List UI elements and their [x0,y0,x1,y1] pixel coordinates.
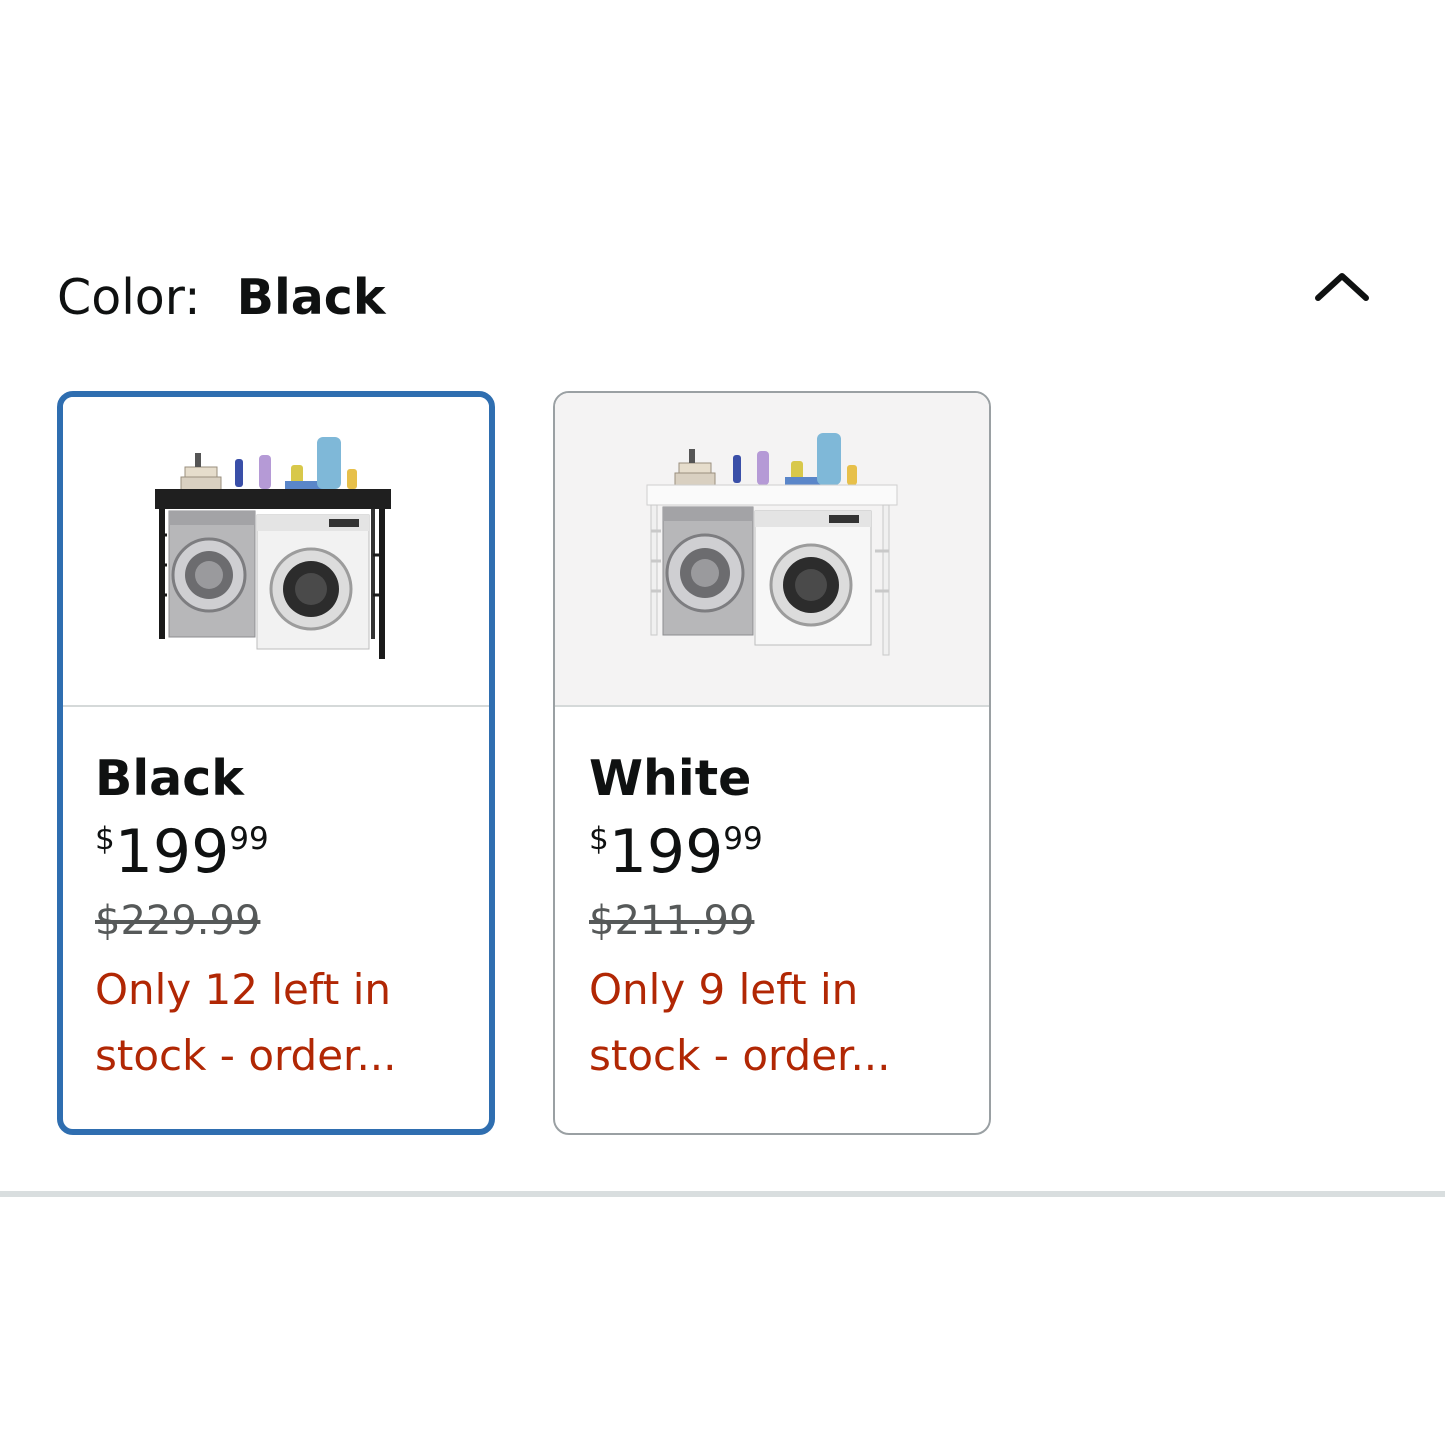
variant-name: White [589,750,752,807]
variant-image-black [63,397,489,707]
variant-info-black: Black $ 199 99 $229.99 Only 12 left in s… [95,749,479,1089]
stock-status: Only 12 left in stock - order... [95,957,455,1089]
price-whole: 199 [608,817,724,887]
price-whole: 199 [114,817,230,887]
section-divider [0,1191,1445,1197]
variant-image-white [555,393,989,707]
stock-status-line-2: stock - order... [589,1031,891,1080]
color-selector-header: Color: Black [57,262,385,332]
price-fraction: 99 [229,821,269,857]
price-fraction: 99 [723,821,763,857]
variant-name: Black [95,750,244,807]
price-symbol: $ [95,821,115,857]
price-symbol: $ [589,821,609,857]
stock-status-line-1: Only 9 left in [589,965,859,1014]
variant-price: $ 199 99 [95,819,479,885]
selected-color-value: Black [236,268,386,326]
stock-status-line-2: stock - order... [95,1031,397,1080]
color-option-white[interactable]: White $ 199 99 $211.99 Only 9 left in st… [553,391,991,1135]
chevron-up-icon [1315,273,1369,301]
collapse-color-options-button[interactable] [1305,258,1379,314]
washer-dryer-shelf-black-icon [155,437,391,659]
color-option-black[interactable]: Black $ 199 99 $229.99 Only 12 left in s… [57,391,495,1135]
variant-info-white: White $ 199 99 $211.99 Only 9 left in st… [589,749,979,1089]
variant-price: $ 199 99 [589,819,979,885]
washer-dryer-shelf-white-icon [646,433,898,656]
stock-status-line-1: Only 12 left in [95,965,392,1014]
color-label: Color: [57,268,201,326]
stock-status: Only 9 left in stock - order... [589,957,949,1089]
list-price: $211.99 [589,898,755,944]
list-price: $229.99 [95,898,261,944]
